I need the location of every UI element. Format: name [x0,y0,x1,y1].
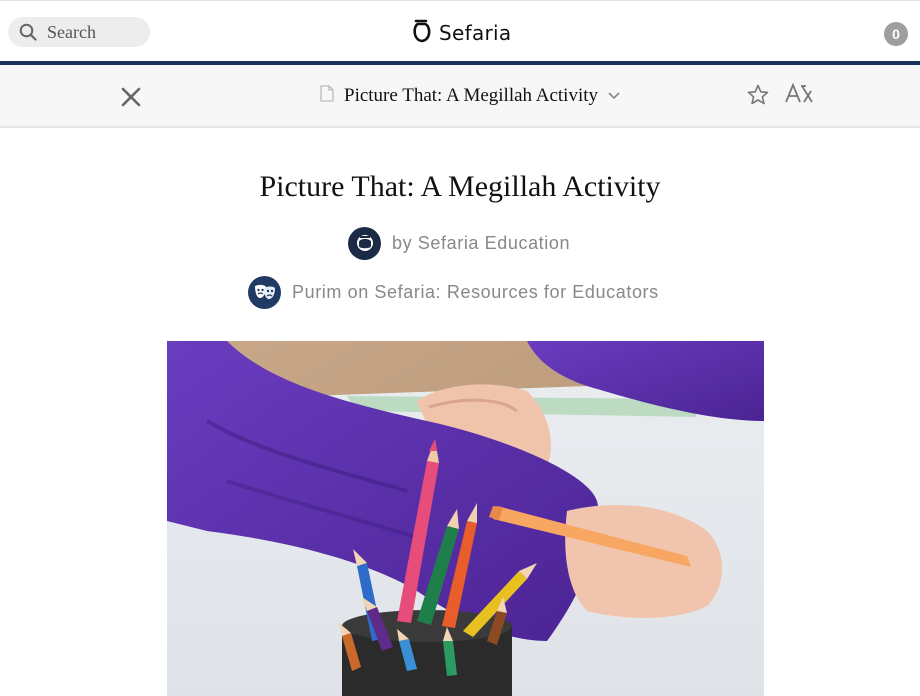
sefaria-logo[interactable]: Sefaria [412,19,511,47]
search-box[interactable] [8,17,150,47]
sheet-title: Picture That: A Megillah Activity [259,170,661,203]
sheet-header-image [167,341,764,696]
search-input[interactable] [47,21,142,43]
close-icon[interactable] [119,85,143,109]
author-avatar[interactable] [348,226,381,260]
sheet-content: Picture That: A Megillah Activity by Sef… [0,130,920,696]
top-header: Sefaria 0 [0,0,920,62]
reader-title-label: Picture That: A Megillah Activity [344,85,599,106]
chevron-down-icon [608,87,620,105]
collection-mask-icon [248,275,281,309]
logo-text: Sefaria [439,21,512,45]
search-icon[interactable] [18,22,38,42]
sheet-doc-icon [320,85,334,107]
reader-title-dropdown[interactable]: Picture That: A Megillah Activity [320,81,620,111]
font-size-icon[interactable] [784,82,814,108]
sefaria-logo-icon [412,18,432,49]
author-name[interactable]: by Sefaria Education [392,233,570,254]
star-icon[interactable] [746,83,770,107]
collection-link[interactable]: Purim on Sefaria: Resources for Educator… [248,275,659,309]
reader-toolbar: Picture That: A Megillah Activity [0,65,920,128]
author-link[interactable]: by Sefaria Education [348,226,570,260]
notifications-badge[interactable]: 0 [884,22,908,46]
colored-pencils-photo [167,341,764,696]
collection-name[interactable]: Purim on Sefaria: Resources for Educator… [292,282,659,303]
